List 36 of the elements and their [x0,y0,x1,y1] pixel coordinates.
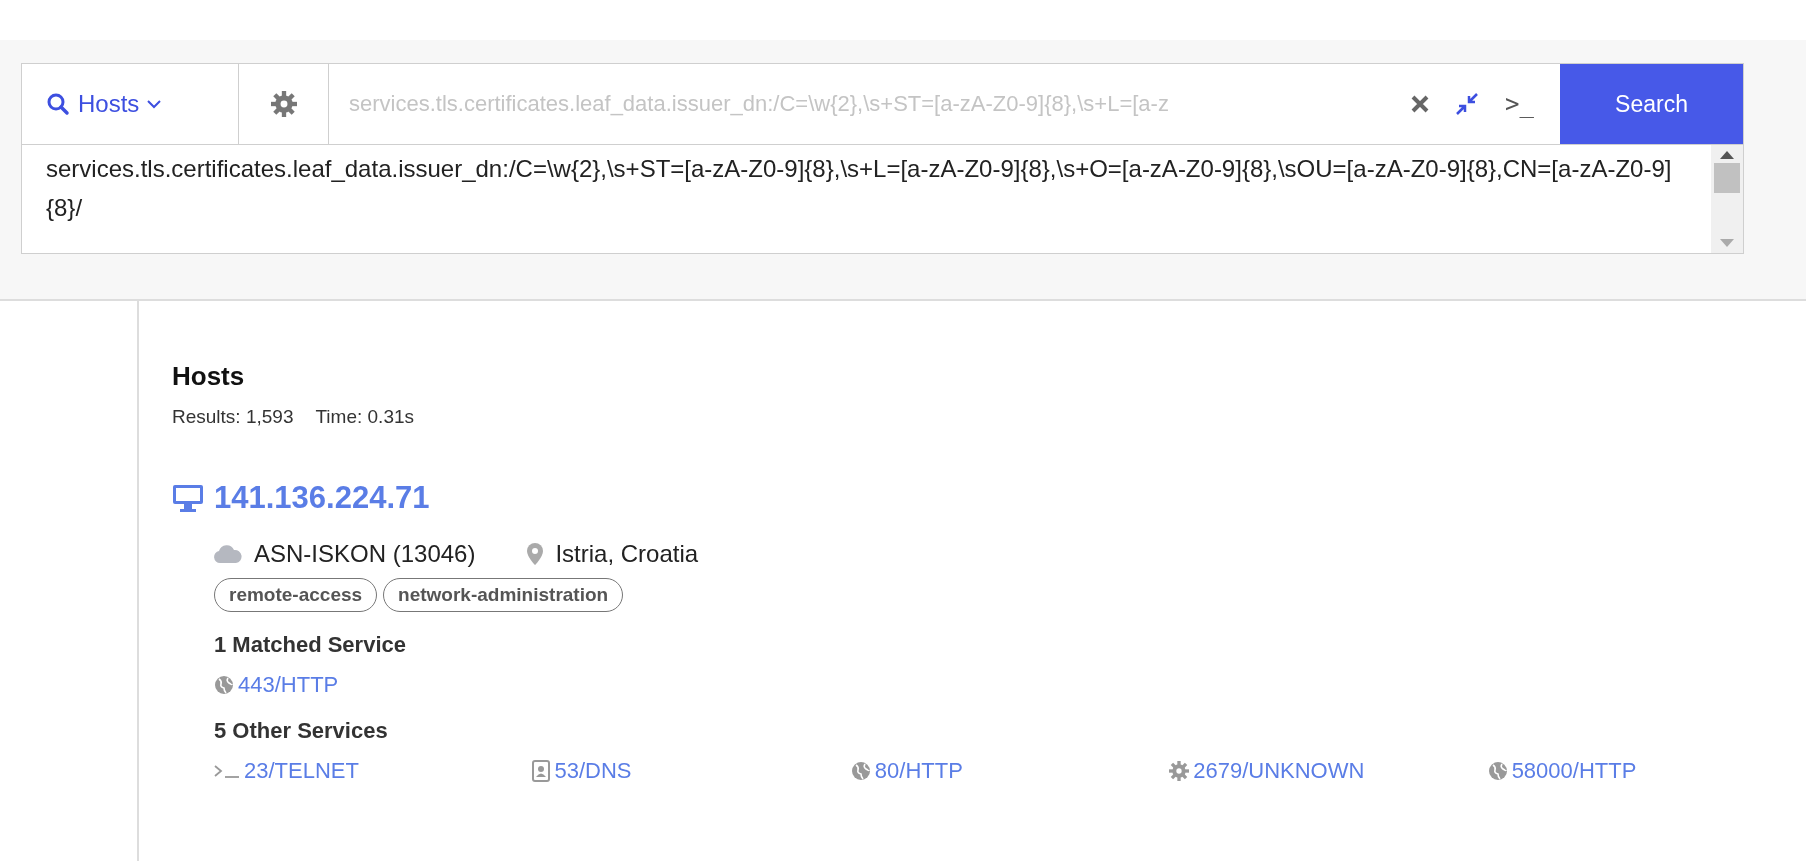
scroll-up-icon [1720,151,1734,159]
contact-card-icon [532,760,551,782]
service-link[interactable]: 58000/HTTP [1487,758,1806,784]
section-heading: 5 Other Services [214,718,389,744]
settings-icon[interactable] [270,91,297,117]
asn-label: ASN-ISKON (13046) [254,540,476,568]
search-icon [46,92,70,116]
service-link[interactable]: 53/DNS [532,758,851,784]
service-link[interactable]: 23/TELNET [214,758,533,784]
service-link[interactable]: 80/HTTP [850,758,1170,784]
monitor-icon [172,484,204,512]
terminal-icon [214,763,240,779]
results-title: Hosts [172,361,246,392]
scroll-down-icon [1720,239,1734,247]
query-time: Time: 0.31s [315,406,415,428]
globe-icon [214,675,234,695]
scrollbar[interactable] [1711,145,1743,253]
map-pin-icon [527,543,544,565]
globe-icon [1487,761,1508,781]
location-label: Istria, Croatia [555,540,699,568]
cloud-icon [214,545,242,563]
search-button[interactable]: Search [1560,64,1743,144]
service-link[interactable]: 443/HTTP [214,672,339,698]
search-box[interactable] [21,63,1744,254]
section-heading: 1 Matched Service [214,632,407,658]
service-link[interactable]: 2679/UNKNOWN [1169,758,1488,784]
scrollbar-thumb[interactable] [1714,163,1740,193]
collapse-icon[interactable] [1455,92,1480,116]
close-icon[interactable] [1411,95,1430,113]
caret-icon [147,99,162,109]
results-count: Results: 1,593 [172,406,294,428]
query-text[interactable]: services.tls.certificates.leaf_data.issuer_dn:/C=\w{2},\s+ST=[a-zA-Z0-9]{8},\s+L=[a-zA-Z0-9]{8},\s+O=[a-zA-Z0-9]{8},\sOU=[a-zA-Z0-9]{8},CN=[a-zA-Z0-9]{8}/ [22,145,1711,253]
globe-icon [850,761,871,781]
gear-icon [1169,761,1190,781]
terminal-button[interactable]: >_ [1505,90,1534,118]
host-ip-link[interactable]: 141.136.224.71 [214,480,430,516]
